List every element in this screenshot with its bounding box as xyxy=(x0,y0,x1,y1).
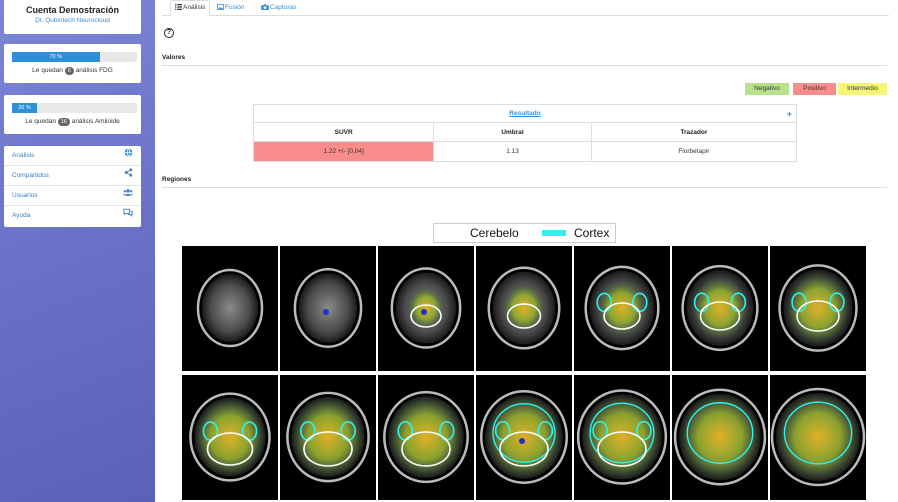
divider xyxy=(162,65,887,66)
legend-cortex-label: Cortex xyxy=(574,226,610,240)
chat-icon xyxy=(123,206,133,226)
sidebar-item-compartidos[interactable]: Compartidos xyxy=(4,166,141,186)
quota-prefix: Le quedan xyxy=(25,118,56,125)
brain-slice-panel xyxy=(280,375,376,500)
legend-negativo-badge: Negativo xyxy=(745,83,789,95)
result-header-row: SUVR Umbral Trazador xyxy=(254,123,796,142)
fdg-quota-fill: 70 % xyxy=(12,52,100,62)
sidebar-item-analisis[interactable]: Análisis xyxy=(4,146,141,166)
legend-cerebelo-label: Cerebelo xyxy=(470,226,519,240)
users-icon xyxy=(123,186,133,206)
amyloid-quota-bar: 20 % xyxy=(12,103,137,113)
tab-label: Capturas xyxy=(270,4,297,11)
account-name: Cuenta Demostración xyxy=(25,5,120,15)
brain-figure-legend: Cerebelo Cortex xyxy=(433,223,616,243)
quota-suffix: análisis Amiloide xyxy=(71,118,120,125)
share-icon xyxy=(123,166,133,186)
brain-slice-panel xyxy=(476,246,572,371)
tab-fusion[interactable]: Fusión xyxy=(217,0,245,16)
fdg-quota-text: Le quedan 6 análisis FDG xyxy=(4,67,141,75)
list-icon xyxy=(175,4,182,10)
brain-slice-panel xyxy=(770,375,866,500)
account-subtitle: Dr. Qubiotech Neurocloud xyxy=(35,17,110,24)
tab-label: Fusión xyxy=(225,4,245,11)
brain-slice-panel xyxy=(574,375,670,500)
col-umbral-header: Umbral xyxy=(434,123,592,141)
amyloid-quota-card: 20 % Le quedan 16 análisis Amiloide xyxy=(4,95,141,134)
col-suvr-header: SUVR xyxy=(254,123,435,141)
result-data-row: 1.22 +/- [0.04] 1.13 Florbetapir xyxy=(254,142,796,161)
brain-slice-panel xyxy=(182,375,278,500)
result-title-link[interactable]: Resultado xyxy=(509,110,540,117)
main-content: Análisis Fusión Capturas ? Valores Negat… xyxy=(155,0,898,502)
umbral-value: 1.13 xyxy=(434,142,592,161)
section-valores-title: Valores xyxy=(162,54,186,61)
account-card: Cuenta Demostración Dr. Qubiotech Neuroc… xyxy=(4,0,141,34)
brain-slice-panel xyxy=(672,246,768,371)
sidebar-item-ayuda[interactable]: Ayuda xyxy=(4,206,141,226)
legend-cortex-swatch xyxy=(542,230,566,236)
sidebar-item-label: Usuarios xyxy=(12,192,38,199)
brain-slices-grid xyxy=(182,246,868,502)
tab-bar: Análisis Fusión Capturas xyxy=(162,0,889,16)
sidebar-item-usuarios[interactable]: Usuarios xyxy=(4,186,141,206)
quota-prefix: Le quedan xyxy=(32,67,63,74)
brain-slice-panel xyxy=(378,375,474,500)
expand-plus-icon[interactable]: + xyxy=(787,105,792,123)
suvr-value: 1.22 +/- [0.04] xyxy=(254,142,435,161)
quota-count-badge: 6 xyxy=(64,67,74,75)
help-icon[interactable]: ? xyxy=(164,28,174,38)
divider xyxy=(162,187,887,188)
col-trazador-header: Trazador xyxy=(680,129,708,136)
globe-icon xyxy=(123,146,133,166)
legend-positivo-badge: Positivo xyxy=(793,83,836,95)
quota-suffix: análisis FDG xyxy=(75,67,113,74)
image-icon xyxy=(217,4,224,10)
result-table-header: Resultado + xyxy=(254,105,796,123)
fdg-quota-card: 70 % Le quedan 6 análisis FDG xyxy=(4,44,141,83)
camera-icon xyxy=(261,4,269,10)
sidebar-item-label: Compartidos xyxy=(12,172,49,179)
brain-slice-panel xyxy=(378,246,474,371)
tab-label: Análisis xyxy=(183,4,206,11)
fdg-quota-bar: 70 % xyxy=(12,52,137,62)
sidebar-item-label: Ayuda xyxy=(12,212,31,219)
sidebar-item-label: Análisis xyxy=(12,152,35,159)
section-regiones-title: Regiones xyxy=(162,176,192,183)
brain-slice-panel xyxy=(476,375,572,500)
trazador-value: Florbetapir xyxy=(678,148,710,155)
brain-slice-panel xyxy=(574,246,670,371)
amyloid-quota-fill: 20 % xyxy=(12,103,37,113)
tab-capturas[interactable]: Capturas xyxy=(261,0,296,16)
quota-count-badge: 16 xyxy=(57,118,70,126)
brain-slice-panel xyxy=(672,375,768,500)
result-table: Resultado + SUVR Umbral Trazador 1.22 +/… xyxy=(253,104,797,162)
brain-slice-panel xyxy=(770,246,866,371)
amyloid-quota-text: Le quedan 16 análisis Amiloide xyxy=(4,118,141,126)
sidebar-nav: Análisis Compartidos Usuarios Ayuda xyxy=(4,146,141,227)
tab-analisis[interactable]: Análisis xyxy=(170,0,211,16)
sidebar: Cuenta Demostración Dr. Qubiotech Neuroc… xyxy=(0,0,155,502)
brain-slice-panel xyxy=(182,246,278,371)
brain-slice-panel xyxy=(280,246,376,371)
legend-intermedio-badge: Intermedio xyxy=(838,83,887,95)
